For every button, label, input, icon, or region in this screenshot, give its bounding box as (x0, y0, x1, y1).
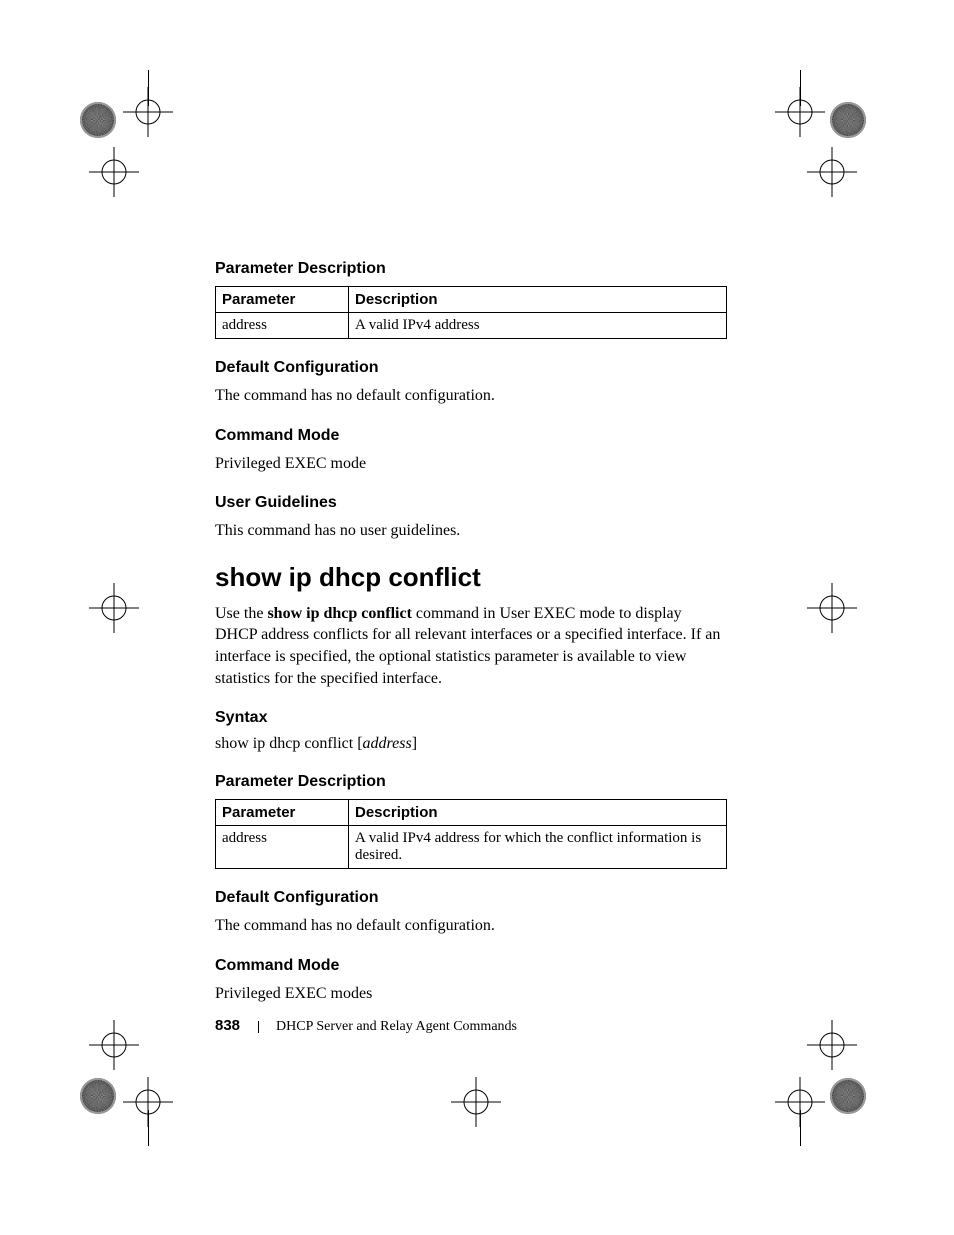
table-header-description: Description (349, 287, 727, 313)
crop-line-icon (148, 1110, 149, 1146)
table-header-description: Description (349, 800, 727, 826)
page-footer: 838 DHCP Server and Relay Agent Commands (215, 1017, 517, 1035)
chapter-title: DHCP Server and Relay Agent Commands (276, 1019, 517, 1034)
heading-parameter-description: Parameter Description (215, 260, 727, 278)
page-content: Parameter Description Parameter Descript… (215, 260, 727, 1024)
syntax-pre: show ip dhcp conflict [ (215, 735, 363, 752)
register-mark-icon (84, 578, 144, 638)
syntax-line: show ip dhcp conflict [address] (215, 735, 727, 753)
text-command-mode-2: Privileged EXEC modes (215, 983, 727, 1005)
page-number: 838 (215, 1017, 240, 1034)
table-header-parameter: Parameter (216, 800, 349, 826)
heading-default-configuration-2: Default Configuration (215, 889, 727, 907)
crop-line-icon (148, 70, 149, 106)
intro-command-name: show ip dhcp conflict (267, 605, 411, 622)
heading-user-guidelines: User Guidelines (215, 494, 727, 512)
table-header-parameter: Parameter (216, 287, 349, 313)
text-default-configuration-2: The command has no default configuration… (215, 915, 727, 937)
syntax-post: ] (412, 735, 417, 752)
text-default-configuration: The command has no default configuration… (215, 385, 727, 407)
table-row: address A valid IPv4 address for which t… (216, 826, 727, 869)
table-cell-param: address (216, 826, 349, 869)
heading-syntax: Syntax (215, 709, 727, 727)
table-parameter-description-1: Parameter Description address A valid IP… (215, 286, 727, 339)
table-cell-desc: A valid IPv4 address for which the confl… (349, 826, 727, 869)
command-intro: Use the show ip dhcp conflict command in… (215, 603, 727, 689)
command-title: show ip dhcp conflict (215, 562, 727, 593)
crop-rosette-icon (830, 1078, 866, 1114)
register-mark-icon (802, 1015, 862, 1075)
crop-line-icon (800, 1110, 801, 1146)
heading-command-mode-2: Command Mode (215, 957, 727, 975)
crop-rosette-icon (80, 1078, 116, 1114)
heading-default-configuration: Default Configuration (215, 359, 727, 377)
register-mark-icon (446, 1072, 506, 1132)
table-row: address A valid IPv4 address (216, 313, 727, 339)
register-mark-icon (84, 1015, 144, 1075)
intro-pre: Use the (215, 605, 267, 622)
heading-command-mode: Command Mode (215, 427, 727, 445)
crop-rosette-icon (830, 102, 866, 138)
text-command-mode: Privileged EXEC mode (215, 453, 727, 475)
text-user-guidelines: This command has no user guidelines. (215, 520, 727, 542)
syntax-arg: address (363, 735, 412, 752)
crop-line-icon (800, 70, 801, 106)
table-cell-param: address (216, 313, 349, 339)
register-mark-icon (84, 142, 144, 202)
table-parameter-description-2: Parameter Description address A valid IP… (215, 799, 727, 869)
register-mark-icon (802, 142, 862, 202)
register-mark-icon (802, 578, 862, 638)
footer-separator-icon (258, 1021, 259, 1033)
crop-rosette-icon (80, 102, 116, 138)
heading-parameter-description-2: Parameter Description (215, 773, 727, 791)
table-cell-desc: A valid IPv4 address (349, 313, 727, 339)
